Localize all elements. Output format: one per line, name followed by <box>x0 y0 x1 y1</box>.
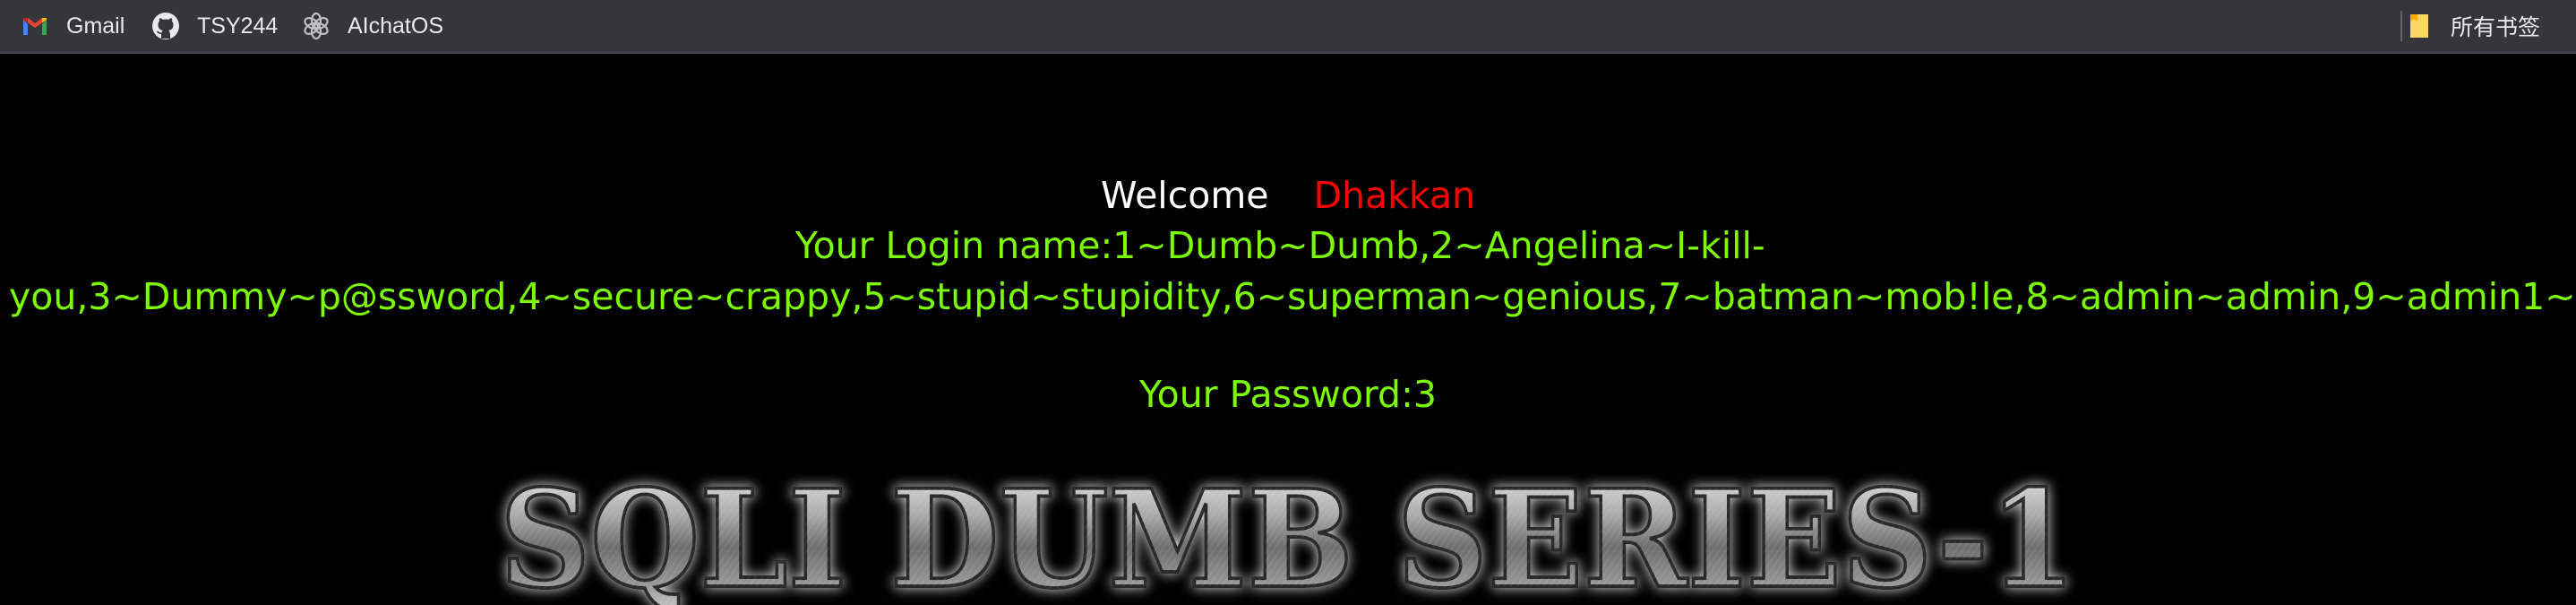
bookmark-gmail[interactable]: Gmail <box>20 0 125 52</box>
bookmark-tsy244[interactable]: TSY244 <box>150 0 278 52</box>
page-content: Welcome Dhakkan Your Login name:1~Dumb~Du… <box>0 56 2576 605</box>
bookmark-aichatos-label: AIchatOS <box>348 13 443 39</box>
password-result: Your Password:3 <box>1139 373 1437 416</box>
login-name-line-2: you,3~Dummy~p@ssword,4~secure~crappy,5~s… <box>9 275 2576 318</box>
folder-icon <box>2404 11 2434 41</box>
welcome-line: Welcome Dhakkan <box>0 170 2576 220</box>
banner-text-texture: SQLI DUMB SERIES-1 <box>500 468 2076 605</box>
all-bookmarks-label: 所有书签 <box>2451 15 2541 40</box>
bookmark-aichatos[interactable]: AIchatOS <box>301 0 443 52</box>
bookmark-gmail-label: Gmail <box>66 13 125 39</box>
github-icon <box>150 11 181 41</box>
gmail-icon <box>20 11 50 41</box>
bookmark-tsy244-label: TSY244 <box>197 13 279 39</box>
login-name-line-1: Your Login name:1~Dumb~Dumb,2~Angelina~I… <box>795 224 1765 267</box>
openai-icon <box>301 11 331 41</box>
bookmarks-bar: Gmail TSY244 AIchatOS 所有书签 <box>0 0 2576 54</box>
all-bookmarks-button[interactable]: 所有书签 <box>2404 0 2540 52</box>
bookmarks-divider <box>2400 11 2402 41</box>
welcome-text: Welcome <box>1100 174 1269 217</box>
sqli-dumb-series-banner: SQLI DUMB SERIES-1 SQLI DUMB SERIES-1 <box>491 459 2085 605</box>
welcome-name: Dhakkan <box>1313 174 1476 217</box>
